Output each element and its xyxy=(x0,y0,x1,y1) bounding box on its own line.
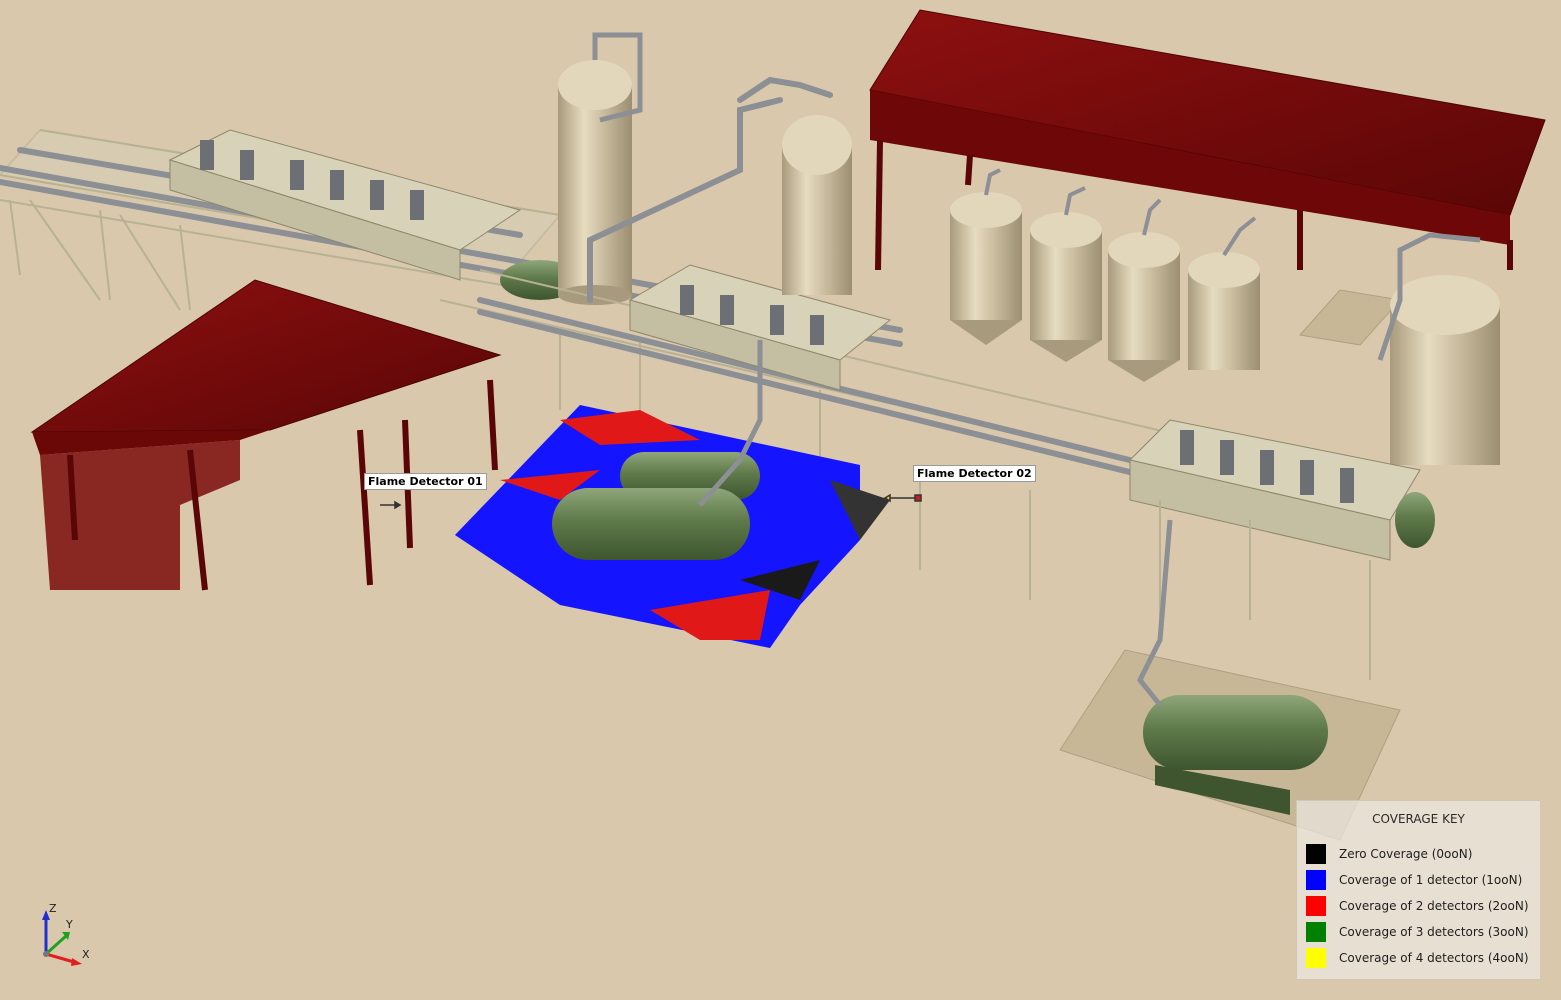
x-axis-arrow xyxy=(71,958,82,966)
flame-detector-01-label[interactable]: Flame Detector 01 xyxy=(364,473,487,490)
vertical-vessel-1 xyxy=(558,32,643,305)
y-axis-line xyxy=(44,934,68,956)
legend-swatch xyxy=(1306,948,1326,968)
x-axis-line xyxy=(45,952,75,964)
x-axis-label: X xyxy=(82,948,90,961)
legend-label: Coverage of 4 detectors (4ooN) xyxy=(1339,951,1529,965)
vertical-vessel-2 xyxy=(782,115,852,295)
3d-viewport[interactable]: Flame Detector 01 Flame Detector 02 COVE… xyxy=(0,0,1561,1000)
legend-item-zero: Zero Coverage (0ooN) xyxy=(1306,844,1536,864)
y-axis-label: Y xyxy=(65,918,73,931)
axis-triad: Z Y X xyxy=(42,902,90,966)
legend-label: Coverage of 1 detector (1ooN) xyxy=(1339,873,1523,887)
legend-item-1oon: Coverage of 1 detector (1ooN) xyxy=(1306,870,1536,890)
axis-origin xyxy=(43,951,49,957)
z-axis-label: Z xyxy=(49,902,57,915)
coverage-key-legend: COVERAGE KEY Zero Coverage (0ooN) Covera… xyxy=(1296,800,1541,980)
legend-swatch xyxy=(1306,870,1326,890)
platform-right xyxy=(1129,419,1435,680)
legend-item-2oon: Coverage of 2 detectors (2ooN) xyxy=(1306,896,1536,916)
legend-item-3oon: Coverage of 3 detectors (3ooN) xyxy=(1306,922,1536,942)
legend-label: Coverage of 2 detectors (2ooN) xyxy=(1339,899,1529,913)
legend-title: COVERAGE KEY xyxy=(1372,812,1465,826)
flame-detector-02-marker xyxy=(883,493,922,503)
legend-item-4oon: Coverage of 4 detectors (4ooN) xyxy=(1306,948,1536,968)
legend-label: Zero Coverage (0ooN) xyxy=(1339,847,1473,861)
flame-detector-01-marker xyxy=(380,500,402,510)
shed-left xyxy=(30,279,502,591)
legend-swatch xyxy=(1306,922,1326,942)
legend-swatch xyxy=(1306,844,1326,864)
conical-vessels xyxy=(950,168,1260,382)
vertical-vessel-3 xyxy=(1377,232,1500,465)
flame-detector-02-label[interactable]: Flame Detector 02 xyxy=(913,465,1036,482)
ground-pad xyxy=(1299,289,1401,346)
legend-swatch xyxy=(1306,896,1326,916)
legend-label: Coverage of 3 detectors (3ooN) xyxy=(1339,925,1529,939)
